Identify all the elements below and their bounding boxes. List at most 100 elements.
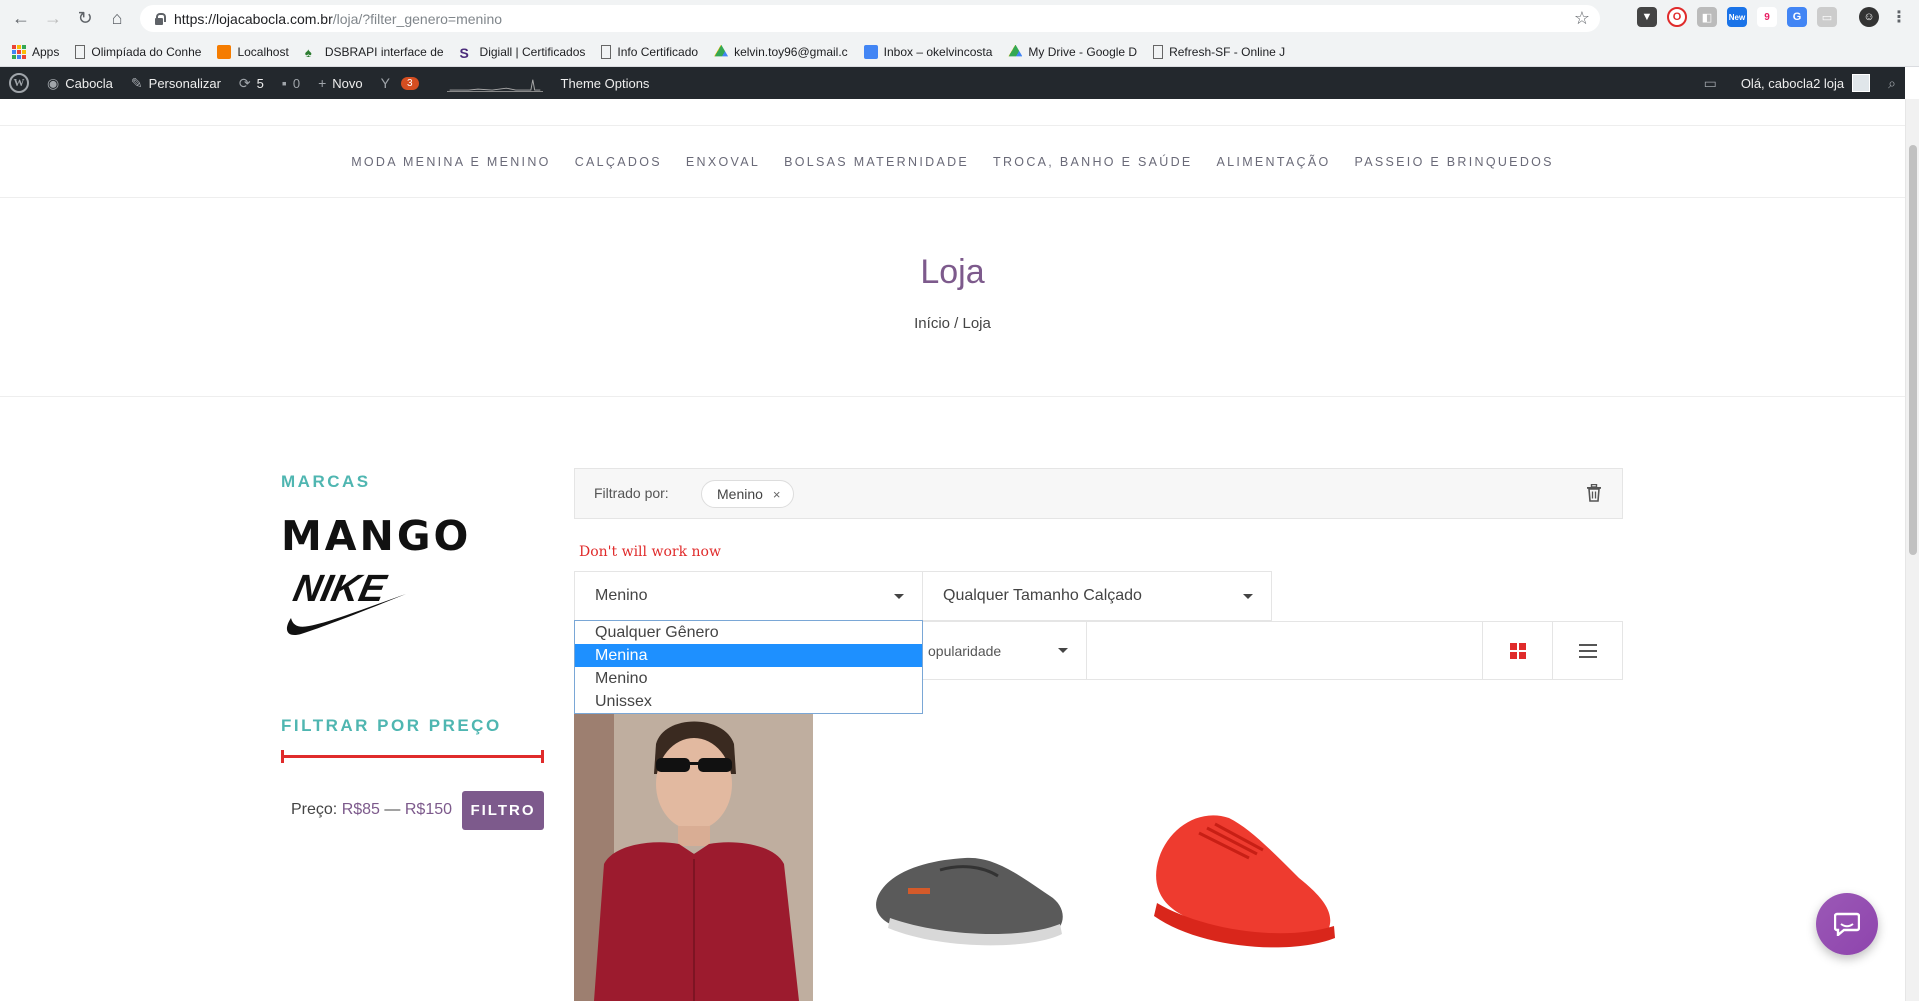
wp-comments[interactable]: ▪ 0 [273,67,309,99]
wp-customize[interactable]: ✎ Personalizar [122,67,230,99]
wp-notifications[interactable]: ▭ [1695,67,1732,99]
nike-wordmark: NIKE [290,567,391,610]
bookmark-label: Refresh-SF - Online J [1169,44,1286,59]
bookmark-item[interactable]: kelvin.toy96@gmail.c [714,44,848,59]
bookmark-item[interactable]: Inbox – okelvincosta [863,44,992,59]
wp-customize-label: Personalizar [148,75,221,91]
breadcrumb[interactable]: Início / Loja [0,315,1905,332]
extension-icons: ▼ O ◧ New 9 G ▭ ☺ ⋮ [1637,7,1909,27]
page-icon [601,44,612,59]
m-badge-icon[interactable]: 9 [1757,7,1777,27]
more-menu-icon[interactable]: ⋮ [1889,7,1909,27]
extension-grey-icon[interactable]: ◧ [1697,7,1717,27]
brand-logo-mango-text: MANGO [281,512,472,560]
wp-stats-sparkline[interactable] [428,67,552,99]
bookmark-item[interactable]: S Digiall | Certificados [460,45,586,61]
pocket-icon[interactable]: ▼ [1637,7,1657,27]
wp-theme-options[interactable]: Theme Options [552,67,659,99]
new-badge-icon[interactable]: New [1727,7,1747,27]
dropdown-option[interactable]: Menino [575,667,922,690]
nav-item-bolsas[interactable]: BOLSAS MATERNIDADE [784,155,969,169]
page-scrollbar[interactable] [1905,99,1919,1001]
wp-account[interactable]: Olá, cabocla2 loja [1732,67,1879,99]
bookmark-item[interactable]: Info Certificado [601,44,699,59]
chevron-down-icon [894,594,904,599]
wp-yoast[interactable]: Y3 [372,67,428,99]
home-icon[interactable]: ⌂ [104,5,130,31]
bookmarks-bar: Apps Olimpíada do Conhe Localhost ♠ DSBRA… [0,37,1919,67]
filter-chip-label: Menino [717,486,763,502]
wp-logo-menu[interactable]: W [0,67,38,99]
nav-item-alimentacao[interactable]: ALIMENTAÇÃO [1217,155,1331,169]
bookmark-apps[interactable]: Apps [12,44,60,59]
nav-item-passeio[interactable]: PASSEIO E BRINQUEDOS [1355,155,1554,169]
bookmark-item[interactable]: Refresh-SF - Online J [1153,44,1286,59]
product-image-red-shoe[interactable] [1139,788,1339,963]
lock-icon [154,12,166,25]
wp-theme-options-label: Theme Options [560,75,650,91]
notification-icon: ▭ [1703,74,1717,91]
bookmark-label: Apps [32,44,60,59]
bookmark-label: DSBRAPI interface de [324,44,444,59]
price-range-slider[interactable] [281,750,544,763]
brand-logo-mango[interactable]: MANGO [281,512,471,560]
forward-icon[interactable]: → [40,5,66,31]
bookmark-label: Info Certificado [617,44,699,59]
bookmark-label: Olimpíada do Conhe [91,44,202,59]
warning-message: Don't will work now [579,544,721,560]
dropdown-option-highlighted[interactable]: Menina [575,644,922,667]
wp-search[interactable]: ⌕ [1879,67,1905,99]
wp-site-name: Cabocla [65,75,113,91]
chat-ext-icon[interactable]: ▭ [1817,7,1837,27]
avatar [1852,74,1871,92]
bookmark-item[interactable]: Localhost [217,44,289,59]
bookmark-item[interactable]: My Drive - Google D [1008,44,1137,59]
close-icon[interactable]: × [773,487,781,502]
main-nav: MODA MENINA E MENINO CALÇADOS ENXOVAL BO… [0,126,1905,198]
brands-heading: MARCAS [281,472,371,491]
shoe-size-select[interactable]: Qualquer Tamanho Calçado [922,571,1272,621]
grid-view-button[interactable] [1482,622,1552,679]
active-filter-chip[interactable]: Menino × [701,480,794,508]
gender-dropdown-list: Qualquer Gênero Menina Menino Unissex [574,620,923,714]
price-filter-heading: FILTRAR POR PREÇO [281,716,502,735]
drive-icon [1008,44,1023,57]
price-filter-button[interactable]: FILTRO [462,791,544,830]
gender-select[interactable]: Menino [574,571,923,621]
nav-item-moda[interactable]: MODA MENINA E MENINO [351,155,551,169]
trash-icon[interactable] [1586,484,1602,502]
scroll-thumb[interactable] [1909,145,1917,555]
list-view-button[interactable] [1552,622,1622,679]
translate-icon[interactable]: G [1787,7,1807,27]
price-range-label: Preço: R$85 — R$150 [291,801,452,819]
product-photo-man [574,714,813,1001]
reload-icon[interactable]: ↻ [72,5,98,31]
wp-updates[interactable]: ⟳ 5 [230,67,273,99]
wp-new-label: Novo [332,75,363,91]
page-icon [1153,44,1164,59]
yoast-icon: Y [380,75,390,91]
dropdown-option[interactable]: Unissex [575,690,922,713]
updates-icon: ⟳ [238,74,251,91]
bookmark-label: kelvin.toy96@gmail.c [734,44,848,59]
nav-item-troca[interactable]: TROCA, BANHO E SAÚDE [993,155,1193,169]
address-bar[interactable]: https://lojacabocla.com.br/loja/?filter_… [140,5,1600,32]
page-icon [75,44,86,59]
brush-icon: ✎ [130,74,143,91]
back-icon[interactable]: ← [8,5,34,31]
product-image-red-shirt[interactable] [574,714,813,1001]
chat-button[interactable] [1816,893,1878,955]
profile-avatar-icon[interactable]: ☺ [1859,7,1879,27]
dropdown-option[interactable]: Qualquer Gênero [575,621,922,644]
bookmark-item[interactable]: Olimpíada do Conhe [75,44,202,59]
wp-new[interactable]: + Novo [309,67,372,99]
bookmark-star-icon[interactable]: ☆ [1574,8,1590,29]
sort-select[interactable]: opularidade [920,622,1087,679]
nav-item-calcados[interactable]: CALÇADOS [575,155,662,169]
product-image-grey-shoe[interactable] [870,818,1070,958]
wp-site-menu[interactable]: ◉ Cabocla [38,67,122,99]
opera-icon[interactable]: O [1667,7,1687,27]
bookmark-item[interactable]: ♠ DSBRAPI interface de [305,44,444,60]
brand-logo-nike[interactable]: NIKE [281,566,406,641]
nav-item-enxoval[interactable]: ENXOVAL [686,155,760,169]
